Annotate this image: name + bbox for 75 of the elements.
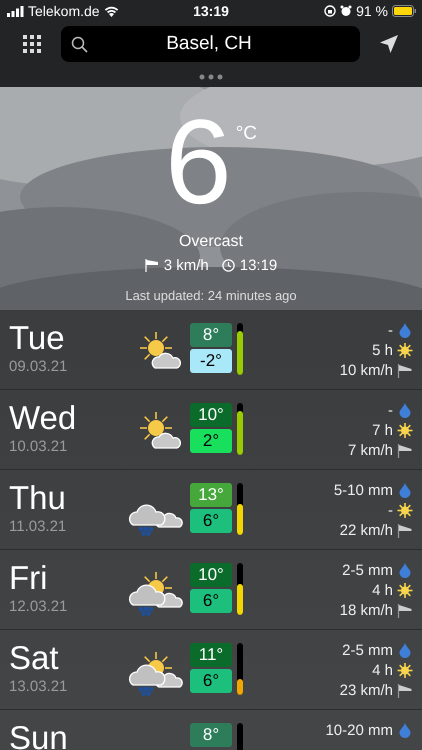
wifi-icon bbox=[104, 6, 119, 16]
flag-icon bbox=[397, 524, 413, 538]
low-temperature: 6° bbox=[190, 589, 232, 613]
precipitation: 2-5 mm bbox=[342, 642, 393, 659]
high-temperature: 10° bbox=[190, 563, 232, 587]
date: 10.03.21 bbox=[9, 438, 68, 455]
clock-time: 13:19 bbox=[193, 3, 229, 19]
raindrop-icon bbox=[397, 723, 413, 738]
date: 12.03.21 bbox=[9, 598, 68, 615]
weekday: Tue bbox=[9, 320, 66, 356]
wind-speed: 10 km/h bbox=[340, 362, 393, 379]
last-updated: Last updated: 24 minutes ago bbox=[125, 288, 297, 303]
sun-icon bbox=[397, 503, 413, 518]
sunshine-hours: 4 h bbox=[372, 582, 393, 599]
raindrop-icon bbox=[397, 323, 413, 338]
wind-speed: 22 km/h bbox=[340, 522, 393, 539]
high-temperature: 8° bbox=[190, 723, 232, 747]
precipitation: 2-5 mm bbox=[342, 562, 393, 579]
flag-icon bbox=[144, 259, 159, 272]
flag-icon bbox=[397, 444, 413, 458]
sun-icon bbox=[397, 583, 413, 598]
battery-percent: 91 % bbox=[356, 3, 388, 19]
location-arrow-icon[interactable] bbox=[380, 35, 398, 53]
temperature-unit: °C bbox=[236, 123, 258, 145]
sunshine-hours: 5 h bbox=[372, 342, 393, 359]
weather-condition: Overcast bbox=[178, 233, 243, 251]
high-temperature: 11° bbox=[190, 643, 232, 667]
clock-icon bbox=[222, 259, 235, 272]
date: 11.03.21 bbox=[9, 518, 68, 535]
wind-speed: 23 km/h bbox=[340, 682, 393, 699]
wind-speed: 3 km/h bbox=[164, 257, 209, 274]
sunshine-hours: 7 h bbox=[372, 422, 393, 439]
precipitation: 10-20 mm bbox=[325, 722, 393, 739]
sunshine-hours: 4 h bbox=[372, 662, 393, 679]
flag-icon bbox=[397, 364, 413, 378]
high-temperature: 13° bbox=[190, 483, 232, 507]
weekday: Fri bbox=[9, 560, 48, 596]
search-field[interactable]: Basel, CH bbox=[61, 26, 360, 62]
low-temperature: 2° bbox=[190, 429, 232, 453]
signal-icon bbox=[7, 6, 24, 16]
grid-menu-icon[interactable] bbox=[23, 35, 41, 53]
sun-icon bbox=[397, 423, 413, 438]
low-temperature: 6° bbox=[190, 669, 232, 693]
low-temperature: -2° bbox=[190, 349, 232, 373]
observation-time: 13:19 bbox=[240, 257, 278, 274]
date: 09.03.21 bbox=[9, 358, 68, 375]
current-temperature: 6 bbox=[164, 101, 232, 223]
search-icon bbox=[71, 36, 88, 52]
wind-speed: 7 km/h bbox=[348, 442, 393, 459]
flag-icon bbox=[397, 604, 413, 618]
raindrop-icon bbox=[397, 403, 413, 418]
precipitation: - bbox=[388, 322, 393, 339]
low-temperature: 6° bbox=[190, 509, 232, 533]
precipitation: 5-10 mm bbox=[334, 482, 393, 499]
raindrop-icon bbox=[397, 643, 413, 658]
high-temperature: 8° bbox=[190, 323, 232, 347]
precipitation: - bbox=[388, 402, 393, 419]
date: 13.03.21 bbox=[9, 678, 68, 695]
raindrop-icon bbox=[397, 563, 413, 578]
sun-icon bbox=[397, 663, 413, 678]
sun-icon bbox=[397, 343, 413, 358]
weekday: Sat bbox=[9, 640, 60, 676]
sunshine-hours: - bbox=[388, 502, 393, 519]
wind-speed: 18 km/h bbox=[340, 602, 393, 619]
weekday: Wed bbox=[9, 400, 78, 436]
rotation-lock-icon bbox=[324, 5, 336, 17]
battery-icon bbox=[392, 5, 416, 17]
raindrop-icon bbox=[397, 483, 413, 498]
weekday: Thu bbox=[9, 480, 67, 516]
alarm-icon bbox=[340, 5, 352, 17]
page-dots-icon bbox=[199, 74, 223, 80]
carrier-name: Telekom.de bbox=[28, 3, 100, 19]
weekday: Sun bbox=[9, 720, 69, 750]
high-temperature: 10° bbox=[190, 403, 232, 427]
flag-icon bbox=[397, 684, 413, 698]
